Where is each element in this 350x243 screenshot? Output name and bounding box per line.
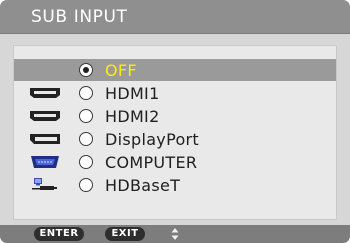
input-option-label: COMPUTER — [105, 153, 198, 172]
radio-button[interactable] — [79, 178, 93, 192]
radio-selected-dot — [83, 67, 89, 73]
input-option-hdmi1[interactable]: HDMI1 — [14, 82, 336, 104]
input-option-label: HDMI1 — [105, 84, 160, 103]
displayport-icon — [28, 131, 62, 147]
input-option-hdbaset[interactable]: HDBaseT — [14, 174, 336, 196]
input-option-displayport[interactable]: DisplayPort — [14, 128, 336, 150]
input-option-computer[interactable]: COMPUTER — [14, 151, 336, 173]
radio-button[interactable] — [79, 86, 93, 100]
hdbaset-network-icon — [28, 177, 62, 193]
hdmi-icon — [28, 108, 62, 124]
vga-computer-icon — [28, 154, 62, 170]
radio-button[interactable] — [79, 109, 93, 123]
sub-input-menu: SUB INPUT OFF HDMI1 HDMI2 DisplayPort CO… — [0, 0, 350, 243]
input-option-off[interactable]: OFF — [14, 59, 336, 81]
footer-hint-bar: ENTER EXIT — [0, 225, 350, 243]
input-option-label: DisplayPort — [105, 130, 199, 149]
input-option-label: HDMI2 — [105, 107, 160, 126]
input-list: OFF HDMI1 HDMI2 DisplayPort COMPUTER HDB… — [13, 45, 337, 220]
radio-button[interactable] — [79, 155, 93, 169]
input-option-label: OFF — [105, 61, 137, 80]
exit-button[interactable]: EXIT — [105, 227, 145, 241]
enter-button[interactable]: ENTER — [34, 227, 84, 241]
input-option-hdmi2[interactable]: HDMI2 — [14, 105, 336, 127]
title-bar: SUB INPUT — [0, 0, 350, 34]
input-option-label: HDBaseT — [105, 176, 181, 195]
radio-button[interactable] — [79, 132, 93, 146]
menu-title: SUB INPUT — [31, 7, 128, 27]
radio-button[interactable] — [79, 63, 93, 77]
hdmi-icon — [28, 85, 62, 101]
up-down-arrows-icon — [170, 226, 180, 242]
